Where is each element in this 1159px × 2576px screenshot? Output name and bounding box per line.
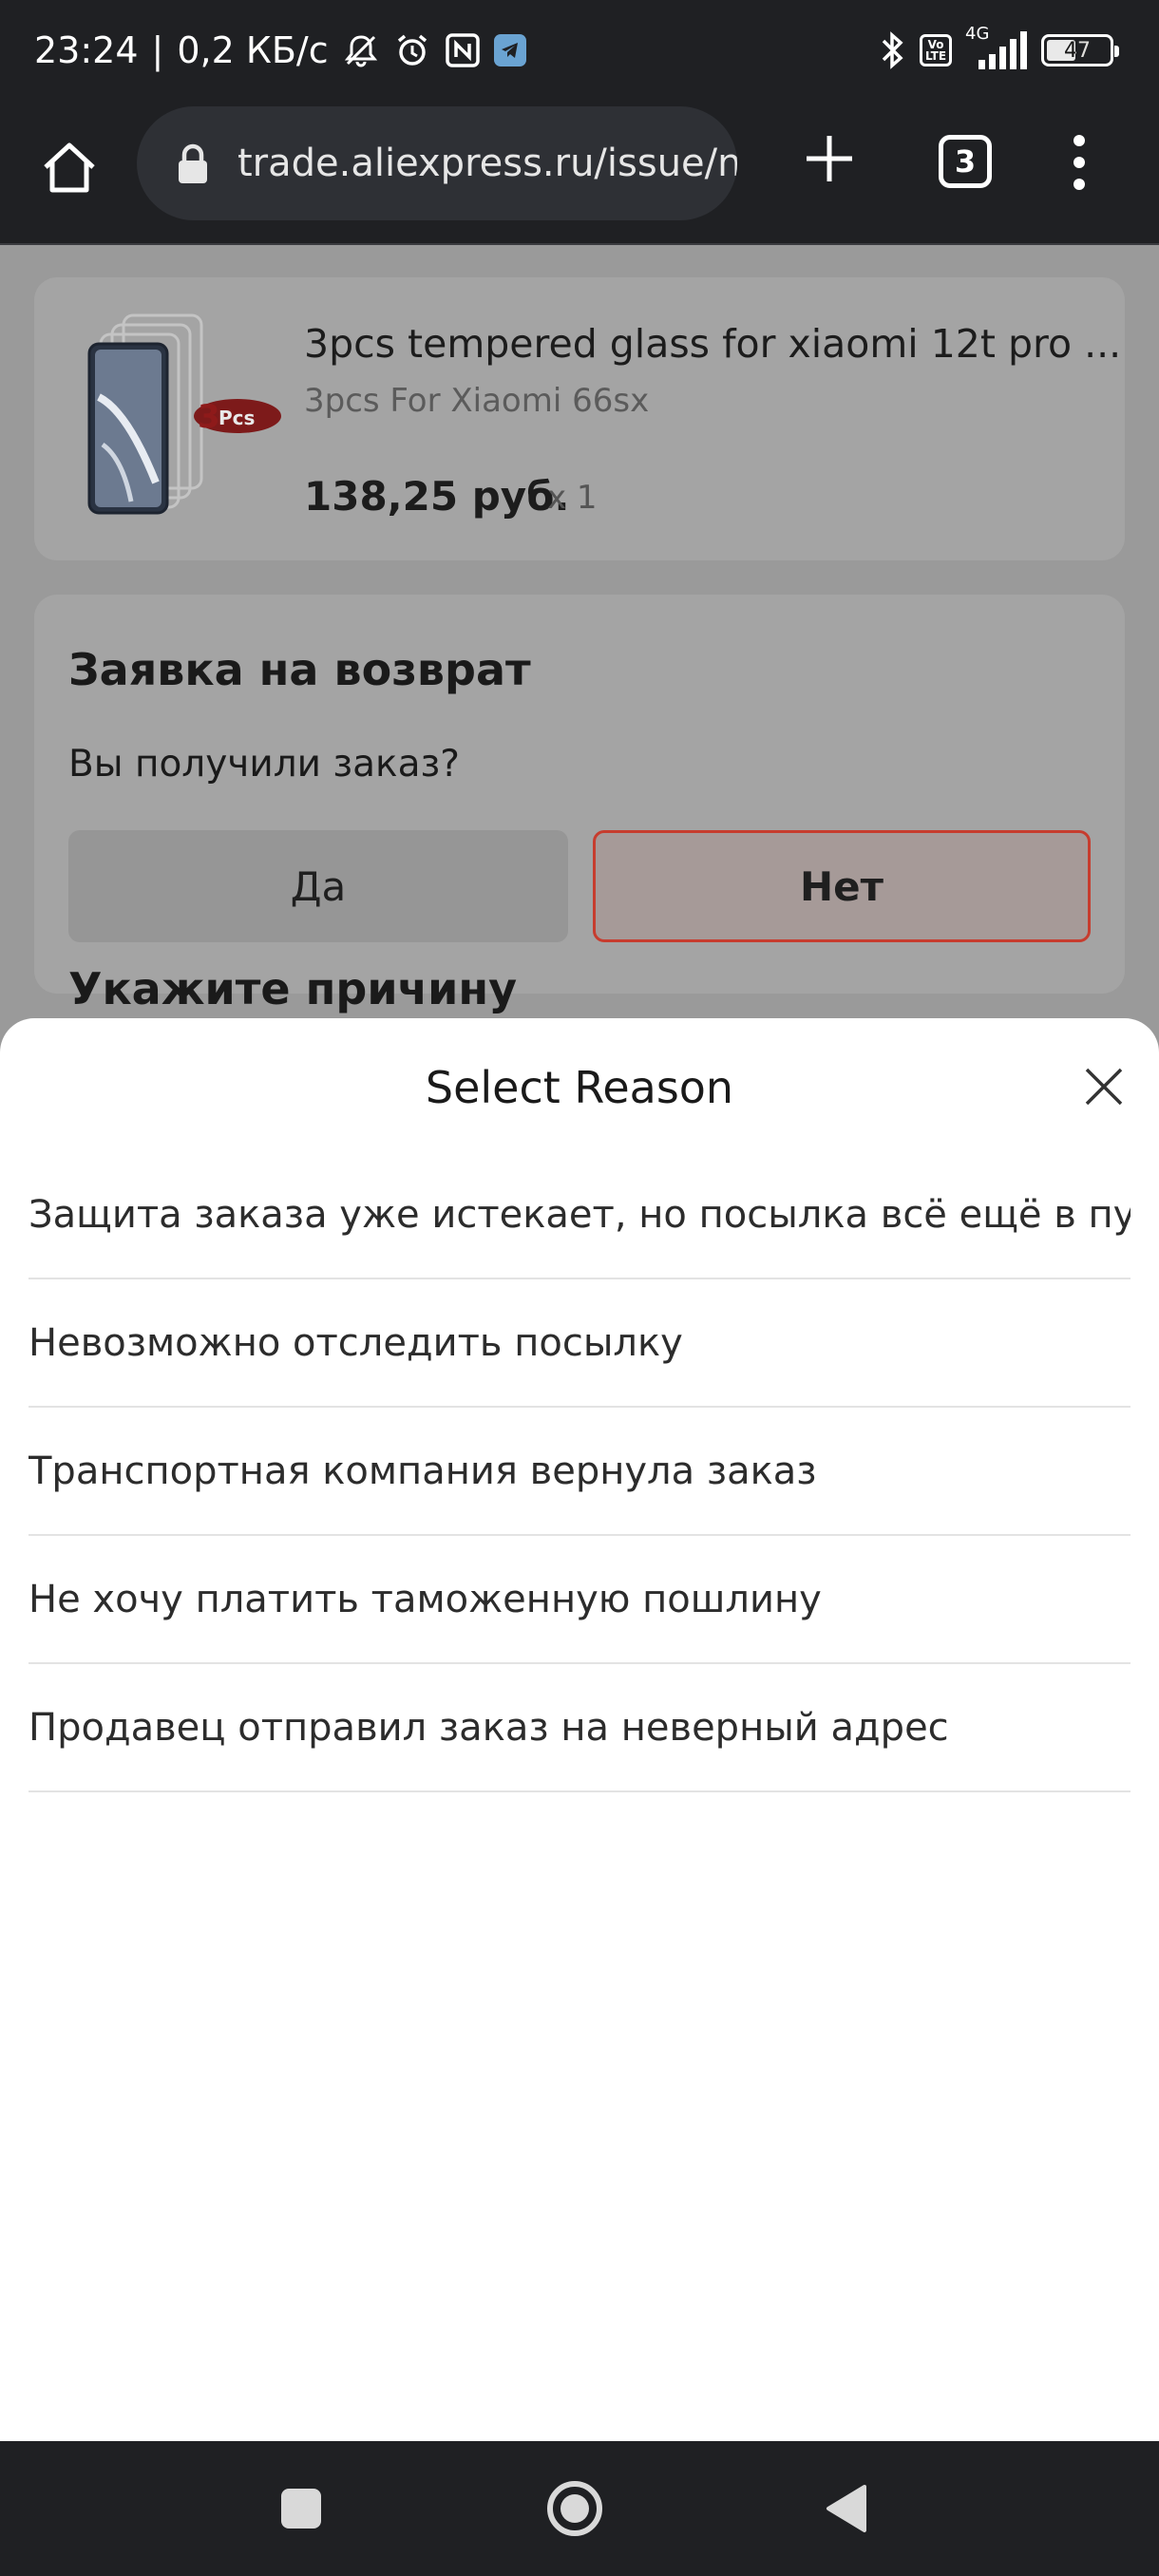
product-card: 3 Pcs 3pcs tempered glass for xiaomi 12t… [34,277,1125,560]
reason-option[interactable]: Продавец отправил заказ на неверный адре… [28,1664,1130,1792]
browser-menu-button[interactable] [1060,129,1098,196]
network-type: 4G [965,24,990,44]
tab-count: 3 [954,143,977,180]
home-icon [44,142,95,193]
home-circle-icon [547,2481,602,2536]
back-button[interactable] [823,2483,868,2534]
system-nav-bar [0,2441,1159,2576]
new-tab-button[interactable] [798,127,861,190]
recents-button[interactable] [281,2489,321,2529]
battery-percent: 47 [1064,38,1091,63]
status-bar: 23:24 | 0,2 КБ/с Vo LTE 4G 47 [0,0,1159,101]
telegram-icon [493,34,526,66]
return-request-card: Заявка на возврат Вы получили заказ? Да … [34,595,1125,1014]
status-time: 23:24 [34,29,139,71]
menu-dot [1074,179,1085,190]
product-badge-number: 3 [198,398,220,436]
alarm-icon [393,31,431,69]
reason-option[interactable]: Защита заказа уже истекает, но посылка в… [28,1151,1130,1279]
reason-heading: Укажите причину [68,963,518,1014]
received-no-button[interactable]: Нет [593,830,1091,942]
order-received-question: Вы получили заказ? [68,743,460,786]
back-triangle-icon [826,2485,866,2532]
reason-option[interactable]: Не хочу платить таможенную пошлину [28,1536,1130,1664]
menu-dot [1074,135,1085,146]
return-request-title: Заявка на возврат [68,644,531,695]
browser-home-button[interactable] [36,135,103,201]
status-speed: 0,2 КБ/с [177,29,329,71]
lock-icon [177,141,215,186]
sheet-title: Select Reason [425,1062,734,1113]
browser-toolbar: trade.aliexpress.ru/issue/new 3 [0,101,1159,245]
tab-switcher-button[interactable]: 3 [939,135,992,188]
signal-icon: 4G [965,24,1028,71]
menu-dot [1074,157,1085,168]
home-nav-button[interactable] [545,2479,604,2538]
muted-bell-icon [342,31,380,69]
select-reason-sheet: Select Reason Защита заказа уже истекает… [0,1018,1159,2441]
product-badge-label: Pcs [218,407,255,429]
product-quantity: x 1 [547,479,598,517]
volte-icon: Vo LTE [920,34,952,66]
product-title[interactable]: 3pcs tempered glass for xiaomi 12t pro .… [304,321,1121,367]
address-bar[interactable]: trade.aliexpress.ru/issue/new [137,106,737,220]
bluetooth-icon [880,29,906,71]
status-separator: | [151,29,164,71]
url-text: trade.aliexpress.ru/issue/new [238,142,737,185]
screen: 23:24 | 0,2 КБ/с Vo LTE 4G 47 trade.alie… [0,0,1159,2576]
reason-option[interactable]: Транспортная компания вернула заказ [28,1408,1130,1536]
product-image: 3 Pcs [86,312,304,528]
close-button[interactable] [1081,1064,1127,1109]
reason-list: Защита заказа уже истекает, но посылка в… [28,1151,1130,1792]
plus-icon [807,136,852,181]
volte-bottom-label: LTE [924,49,947,63]
close-icon [1085,1068,1123,1106]
reason-option[interactable]: Невозможно отследить посылку [28,1279,1130,1408]
received-yes-button[interactable]: Да [68,830,568,942]
status-right: Vo LTE 4G 47 [880,24,1119,76]
product-price: 138,25 руб. [304,473,570,520]
battery-icon: 47 [1041,34,1119,66]
nfc-icon [445,32,481,68]
product-variant: 3pcs For Xiaomi 66sx [304,382,650,420]
status-left: 23:24 | 0,2 КБ/с [34,25,526,76]
